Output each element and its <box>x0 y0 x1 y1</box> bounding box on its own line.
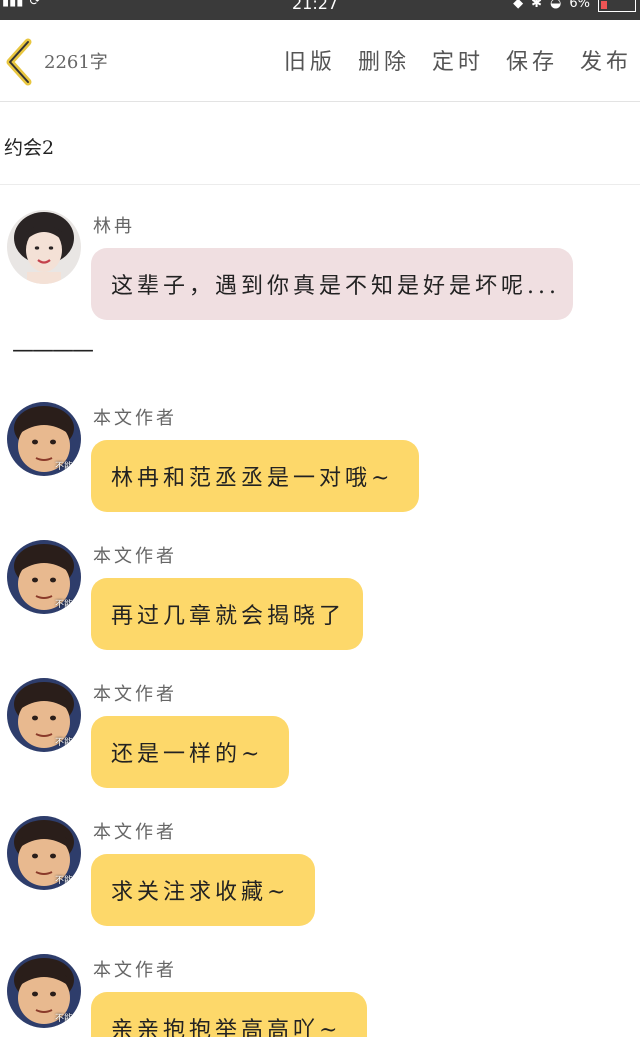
chevron-left-icon <box>6 38 32 86</box>
message-bubble[interactable]: 再过几章就会揭晓了 <box>91 578 363 650</box>
message-bubble[interactable]: 林冉和范丞丞是一对哦~ <box>91 440 419 512</box>
chapter-title[interactable]: 约会2 <box>4 133 54 160</box>
sync-icon: ⟳ <box>29 0 41 9</box>
back-button[interactable] <box>2 38 36 86</box>
status-right-icons: ◆ ✱ ◒ 6% <box>513 0 636 12</box>
message-sender: 本文作者 <box>93 960 177 981</box>
chapter-title-row[interactable]: 约会2 <box>0 103 640 185</box>
message-bubble[interactable]: 亲亲抱抱举高高吖~ <box>91 992 367 1037</box>
delete-button[interactable]: 删除 <box>358 44 410 76</box>
message-bubble[interactable]: 这辈子，遇到你真是不知是好是坏呢... <box>91 248 573 320</box>
boy-avatar[interactable]: 不能 <box>7 540 81 614</box>
boy-avatar[interactable]: 不能 <box>7 678 81 752</box>
avatar-badge: 不能 <box>54 600 73 610</box>
avatar-badge: 不能 <box>54 876 73 886</box>
status-left-icons: ▮▮▮ ⟳ <box>2 0 40 9</box>
schedule-button[interactable]: 定时 <box>432 44 484 76</box>
save-button[interactable]: 保存 <box>506 44 558 76</box>
girl-avatar[interactable] <box>7 210 81 284</box>
wifi-icon: ◒ <box>550 0 562 11</box>
editor-toolbar: 2261字 旧版 删除 定时 保存 发布 <box>0 20 640 102</box>
publish-button[interactable]: 发布 <box>580 44 632 76</box>
status-bar: ▮▮▮ ⟳ 21:27 ◆ ✱ ◒ 6% <box>0 0 640 20</box>
boy-avatar[interactable]: 不能 <box>7 402 81 476</box>
old-version-button[interactable]: 旧版 <box>284 44 336 76</box>
boy-avatar[interactable]: 不能 <box>7 816 81 890</box>
battery-percent: 6% <box>569 0 590 11</box>
battery-icon <box>598 0 636 12</box>
message-sender: 本文作者 <box>93 546 177 567</box>
toolbar-actions: 旧版 删除 定时 保存 发布 <box>284 44 632 76</box>
bluetooth-icon: ✱ <box>531 0 543 11</box>
boy-avatar[interactable]: 不能 <box>7 954 81 1028</box>
avatar-badge: 不能 <box>54 738 73 748</box>
status-time: 21:27 <box>292 0 339 13</box>
scene-divider: ———— <box>12 338 94 363</box>
location-icon: ◆ <box>513 0 524 11</box>
message-sender: 林冉 <box>93 216 135 237</box>
word-count: 2261字 <box>44 52 108 73</box>
girl-avatar-image <box>7 210 81 284</box>
avatar-badge: 不能 <box>54 462 73 472</box>
signal-icon: ▮▮▮ <box>2 0 24 9</box>
message-sender: 本文作者 <box>93 408 177 429</box>
avatar-badge: 不能 <box>54 1014 73 1024</box>
message-bubble[interactable]: 求关注求收藏~ <box>91 854 315 926</box>
message-sender: 本文作者 <box>93 822 177 843</box>
message-list[interactable]: 林冉 这辈子，遇到你真是不知是好是坏呢... ———— 不能 本文作者 林冉和范… <box>0 186 640 1037</box>
message-bubble[interactable]: 还是一样的~ <box>91 716 289 788</box>
message-sender: 本文作者 <box>93 684 177 705</box>
